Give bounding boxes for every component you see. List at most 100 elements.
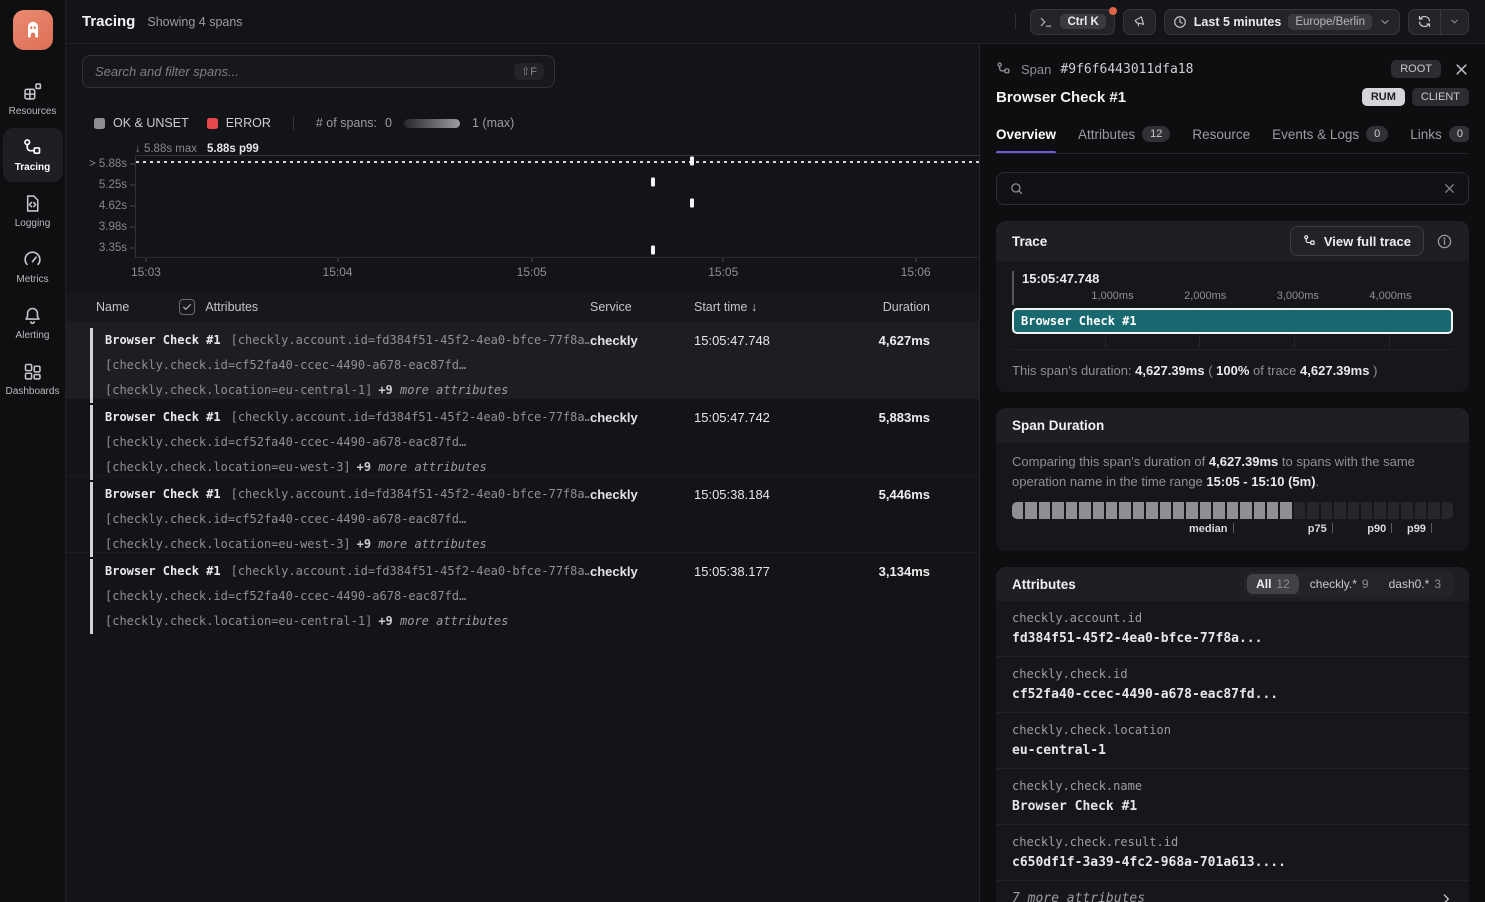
duration-histogram-bar [1012, 502, 1453, 519]
attribute-row[interactable]: checkly.check.locationeu-central-1 [996, 712, 1469, 768]
y-axis-tick: > 5.88s [89, 158, 127, 170]
search-shortcut-hint: ⇧F [514, 63, 544, 80]
app-logo[interactable] [13, 10, 53, 50]
sidebar-item-label: Dashboards [6, 386, 60, 397]
attribute-key: checkly.check.id [1012, 667, 1453, 681]
span-duration-scatter-plot[interactable]: > 5.88s5.25s4.62s3.98s3.35s [135, 155, 979, 258]
span-name: Browser Check #1 [105, 333, 221, 347]
service-cell: checkly [590, 405, 694, 480]
refresh-button[interactable] [1409, 10, 1440, 34]
span-table-row[interactable]: Browser Check #1[checkly.account.id=fd38… [66, 398, 979, 475]
tab-links[interactable]: Links0 [1410, 126, 1469, 153]
attribute-value: c650df1f-3a39-4fc2-968a-701a613.... [1012, 855, 1453, 870]
close-icon[interactable] [1454, 62, 1469, 77]
ok-legend-label[interactable]: OK & UNSET [113, 116, 189, 130]
trace-ruler: 1,000ms2,000ms3,000ms4,000ms [1022, 289, 1453, 305]
col-duration[interactable]: Duration [826, 300, 930, 314]
more-attributes-link[interactable]: more attributes [400, 614, 508, 628]
histogram-segment [1227, 502, 1238, 519]
filter-pill-all[interactable]: All12 [1247, 574, 1299, 594]
tab-events-logs[interactable]: Events & Logs0 [1272, 126, 1388, 153]
percentile-label-p90: p90 [1367, 523, 1391, 535]
span-data-point[interactable] [690, 199, 694, 208]
col-start-time[interactable]: Start time ↓ [694, 300, 826, 314]
more-attributes-row[interactable]: 7 more attributes [996, 880, 1469, 902]
histogram-segment [1066, 502, 1077, 519]
percentile-tick [1332, 523, 1333, 533]
sidebar-item-logging[interactable]: Logging [3, 184, 63, 238]
col-name[interactable]: Name [96, 300, 129, 314]
span-name-cell: Browser Check #1[checkly.account.id=fd38… [90, 482, 590, 557]
time-range-picker[interactable]: Last 5 minutes Europe/Berlin [1164, 9, 1400, 35]
error-legend-swatch [207, 118, 218, 129]
start-time-cell: 15:05:47.748 [694, 328, 826, 403]
tab-resource[interactable]: Resource [1192, 126, 1250, 153]
attribute-row[interactable]: checkly.check.nameBrowser Check #1 [996, 768, 1469, 824]
attribute-row[interactable]: checkly.account.idfd384f51-45f2-4ea0-bfc… [996, 601, 1469, 656]
refresh-interval-dropdown[interactable] [1440, 10, 1468, 34]
density-min: 0 [385, 116, 392, 130]
attribute-row[interactable]: checkly.check.result.idc650df1f-3a39-4fc… [996, 824, 1469, 880]
col-attributes: Attributes [205, 300, 258, 314]
command-palette-button[interactable]: Ctrl K [1030, 9, 1114, 35]
histogram-segment [1119, 502, 1130, 519]
service-cell: checkly [590, 559, 694, 634]
density-gradient [404, 119, 460, 128]
clear-icon[interactable] [1443, 182, 1456, 195]
filter-pill-checkly[interactable]: checkly.*9 [1301, 574, 1378, 594]
histogram-segment [1348, 502, 1359, 519]
service-cell: checkly [590, 328, 694, 403]
ruler-tick: 4,000ms [1369, 290, 1411, 302]
sidebar-item-resources[interactable]: Resources [3, 72, 63, 126]
attributes-card: Attributes All12checkly.*9dash0.*3 check… [996, 567, 1469, 902]
announcements-button[interactable] [1123, 9, 1156, 35]
filter-pill-dash0[interactable]: dash0.*3 [1380, 574, 1450, 594]
tab-overview[interactable]: Overview [996, 126, 1056, 153]
duration-cell: 3,134ms [826, 559, 930, 634]
view-full-trace-button[interactable]: View full trace [1290, 226, 1424, 256]
sidebar: ResourcesTracingLoggingMetricsAlerting Da… [0, 0, 66, 902]
histogram-segment [1186, 502, 1197, 519]
more-attributes-link[interactable]: more attributes [378, 537, 486, 551]
duration-cell: 5,446ms [826, 482, 930, 557]
ruler-tick: 2,000ms [1184, 290, 1226, 302]
sidebar-item-alerting[interactable]: Alerting [3, 296, 63, 350]
span-duration-card: Span Duration Comparing this span's dura… [996, 408, 1469, 551]
error-legend-label[interactable]: ERROR [226, 116, 271, 130]
span-data-point[interactable] [651, 178, 655, 187]
megaphone-icon [1132, 14, 1147, 29]
trace-span-bar[interactable]: Browser Check #1 [1012, 308, 1453, 334]
sidebar-item-dashboards[interactable]: Dashboards [3, 352, 63, 406]
time-range-label: Last 5 minutes [1194, 15, 1282, 29]
attributes-checkbox[interactable] [179, 299, 195, 315]
detail-tabs: Overview Attributes12 Resource Events & Log… [996, 126, 1469, 154]
page-title: Tracing [82, 13, 135, 30]
col-service[interactable]: Service [590, 300, 694, 314]
y-axis-tick-mark [130, 248, 135, 249]
span-label: Span [1021, 62, 1051, 77]
sidebar-item-metrics[interactable]: Metrics [3, 240, 63, 294]
histogram-segment [1240, 502, 1251, 519]
tab-attributes[interactable]: Attributes12 [1078, 126, 1170, 153]
span-table-row[interactable]: Browser Check #1[checkly.account.id=fd38… [66, 321, 979, 398]
percentile-label-median: median [1189, 523, 1233, 535]
span-data-point[interactable] [651, 246, 655, 255]
span-table-row[interactable]: Browser Check #1[checkly.account.id=fd38… [66, 475, 979, 552]
sidebar-item-tracing[interactable]: Tracing [3, 128, 63, 182]
span-data-point[interactable] [690, 156, 694, 165]
span-name-cell: Browser Check #1[checkly.account.id=fd38… [90, 559, 590, 634]
x-axis-tick-mark [531, 258, 532, 262]
span-name: Browser Check #1 [105, 487, 221, 501]
attribute-search-input[interactable] [1033, 181, 1434, 196]
tab-count-badge: 0 [1366, 126, 1388, 142]
span-table-row[interactable]: Browser Check #1[checkly.account.id=fd38… [66, 552, 979, 629]
x-axis-tick: 15:05 [708, 265, 738, 279]
more-attributes-link[interactable]: more attributes [400, 383, 508, 397]
attribute-row[interactable]: checkly.check.idcf52fa40-ccec-4490-a678-… [996, 656, 1469, 712]
histogram-segment [1213, 502, 1224, 519]
info-icon[interactable] [1436, 233, 1453, 250]
more-attributes-link[interactable]: more attributes [378, 460, 486, 474]
client-badge: CLIENT [1412, 88, 1469, 106]
search-icon [1009, 181, 1024, 196]
span-search-input[interactable] [95, 64, 514, 79]
